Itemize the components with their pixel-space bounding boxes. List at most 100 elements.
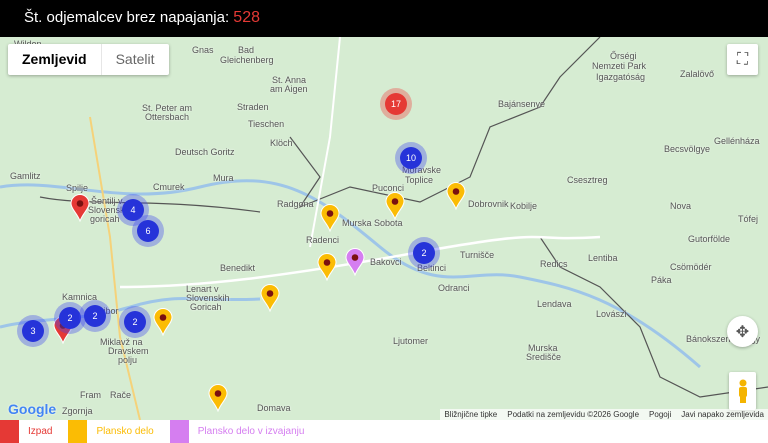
legend-item: Plansko delo (68, 420, 154, 443)
place-label: Nemzeti Park (592, 61, 647, 71)
place-label: Tieschen (248, 119, 285, 129)
map-pin-icon (208, 384, 228, 413)
place-label: Cmurek (153, 182, 185, 192)
camera-control-button[interactable]: ✥ (727, 316, 758, 347)
report-error-link[interactable]: Javi napako zemljevida (681, 410, 764, 419)
place-label: Tófej (738, 214, 759, 224)
fullscreen-icon: ⛶ (736, 50, 749, 68)
map-type-map-button[interactable]: Zemljevid (8, 44, 102, 75)
place-label: Središče (526, 352, 562, 362)
place-label: Gnas (192, 45, 214, 55)
place-label: Spilje (66, 183, 89, 193)
map-type-satellite-button[interactable]: Satelit (102, 44, 169, 75)
place-label: Rače (110, 390, 132, 400)
terms-link[interactable]: Pogoji (649, 410, 671, 419)
place-label: Odranci (438, 283, 470, 293)
place-label: Domava (257, 403, 291, 413)
place-label: Bad (238, 45, 255, 55)
place-label: Lovászi (596, 309, 627, 319)
keyboard-shortcuts-link[interactable]: Bližnjične tipke (444, 410, 497, 419)
map[interactable]: WildonGnasBadGleichenbergSt. Annaam Aige… (0, 37, 768, 420)
place-label: Kobilje (510, 201, 538, 211)
place-label: Kamnica (62, 292, 98, 302)
place-label: Radgona (277, 199, 314, 209)
legend-item: Izpad (0, 420, 52, 443)
map-pin-icon (320, 204, 340, 233)
legend-label: Plansko delo v izvajanju (197, 426, 305, 437)
place-label: Lentiba (588, 253, 618, 263)
place-label: Ljutomer (393, 336, 429, 346)
map-pin-marker[interactable] (208, 384, 228, 413)
place-label: polju (118, 355, 138, 365)
outage-header: Št. odjemalcev brez napajanja: 528 (0, 0, 768, 37)
place-label: Klöch (270, 138, 293, 148)
map-pin-icon (345, 248, 365, 277)
map-pin-marker[interactable] (317, 253, 337, 282)
map-pin-marker[interactable] (385, 192, 405, 221)
legend-swatch (0, 420, 19, 443)
outage-count: 528 (233, 9, 260, 26)
marker-cluster[interactable]: 4 (122, 199, 144, 221)
legend-label: Plansko delo (96, 426, 154, 437)
map-pin-marker[interactable] (70, 194, 90, 223)
map-pin-marker[interactable] (320, 204, 340, 233)
marker-cluster[interactable]: 6 (137, 220, 159, 242)
marker-cluster[interactable]: 2 (413, 242, 435, 264)
place-label: Redics (540, 259, 568, 269)
place-label: Beltinci (417, 263, 447, 273)
marker-cluster[interactable]: 3 (22, 320, 44, 342)
place-label: Becsvölgye (664, 144, 711, 154)
marker-cluster[interactable]: 17 (385, 93, 407, 115)
legend-label: Izpad (28, 426, 53, 437)
map-background (0, 37, 768, 420)
place-label: Deutsch Goritz (175, 147, 235, 157)
marker-cluster[interactable]: 2 (84, 305, 106, 327)
marker-cluster[interactable]: 10 (400, 147, 422, 169)
place-label: Radenci (306, 235, 340, 245)
place-label: Csesztreg (567, 175, 608, 185)
map-pin-marker[interactable] (446, 182, 466, 211)
place-label: Mura (213, 173, 234, 183)
map-pin-icon (260, 284, 280, 313)
legend-swatch (169, 420, 189, 443)
map-pin-icon (153, 308, 173, 337)
place-label: Gamlitz (10, 171, 41, 181)
map-pin-marker[interactable] (260, 284, 280, 313)
place-label: Páka (651, 275, 672, 285)
street-view-button[interactable] (729, 372, 756, 410)
map-attribution: Bližnjične tipke Podatki na zemljevidu ©… (440, 409, 768, 420)
place-label: am Aigen (270, 84, 308, 94)
place-label: Zgornja (62, 406, 93, 416)
place-label: Straden (237, 102, 269, 112)
place-label: Gellénháza (714, 136, 760, 146)
legend-swatch (68, 420, 88, 443)
place-label: Turnišče (460, 250, 495, 260)
place-label: goricah (90, 214, 120, 224)
place-label: Bajánsenye (498, 99, 546, 109)
marker-cluster[interactable]: 2 (59, 307, 81, 329)
place-label: Gutorfölde (688, 234, 731, 244)
street-view-pegman-icon (738, 379, 747, 403)
place-label: Igazgatóság (596, 72, 646, 82)
map-pin-marker[interactable] (153, 308, 173, 337)
map-pin-icon (446, 182, 466, 211)
map-pin-icon (317, 253, 337, 282)
place-label: Fram (80, 390, 101, 400)
place-label: Őrségi (610, 51, 637, 61)
google-logo: Google (8, 401, 57, 417)
place-label: Ottersbach (145, 112, 190, 122)
map-pin-icon (385, 192, 405, 221)
place-label: Zalalövő (680, 69, 715, 79)
legend: Izpad Plansko delo Plansko delo v izvajanj… (0, 420, 768, 443)
map-pin-icon (70, 194, 90, 223)
place-label: Bakovci (370, 257, 402, 267)
place-label: Lendava (537, 299, 572, 309)
marker-cluster[interactable]: 2 (124, 311, 146, 333)
outage-label: Št. odjemalcev brez napajanja: (24, 9, 230, 26)
fullscreen-button[interactable]: ⛶ (727, 44, 758, 75)
map-pin-marker[interactable] (345, 248, 365, 277)
place-label: Gleichenberg (220, 55, 274, 65)
place-label: Csömödér (670, 262, 712, 272)
legend-item: Plansko delo v izvajanju (169, 420, 305, 443)
map-data-text: Podatki na zemljevidu ©2026 Google (507, 410, 640, 419)
